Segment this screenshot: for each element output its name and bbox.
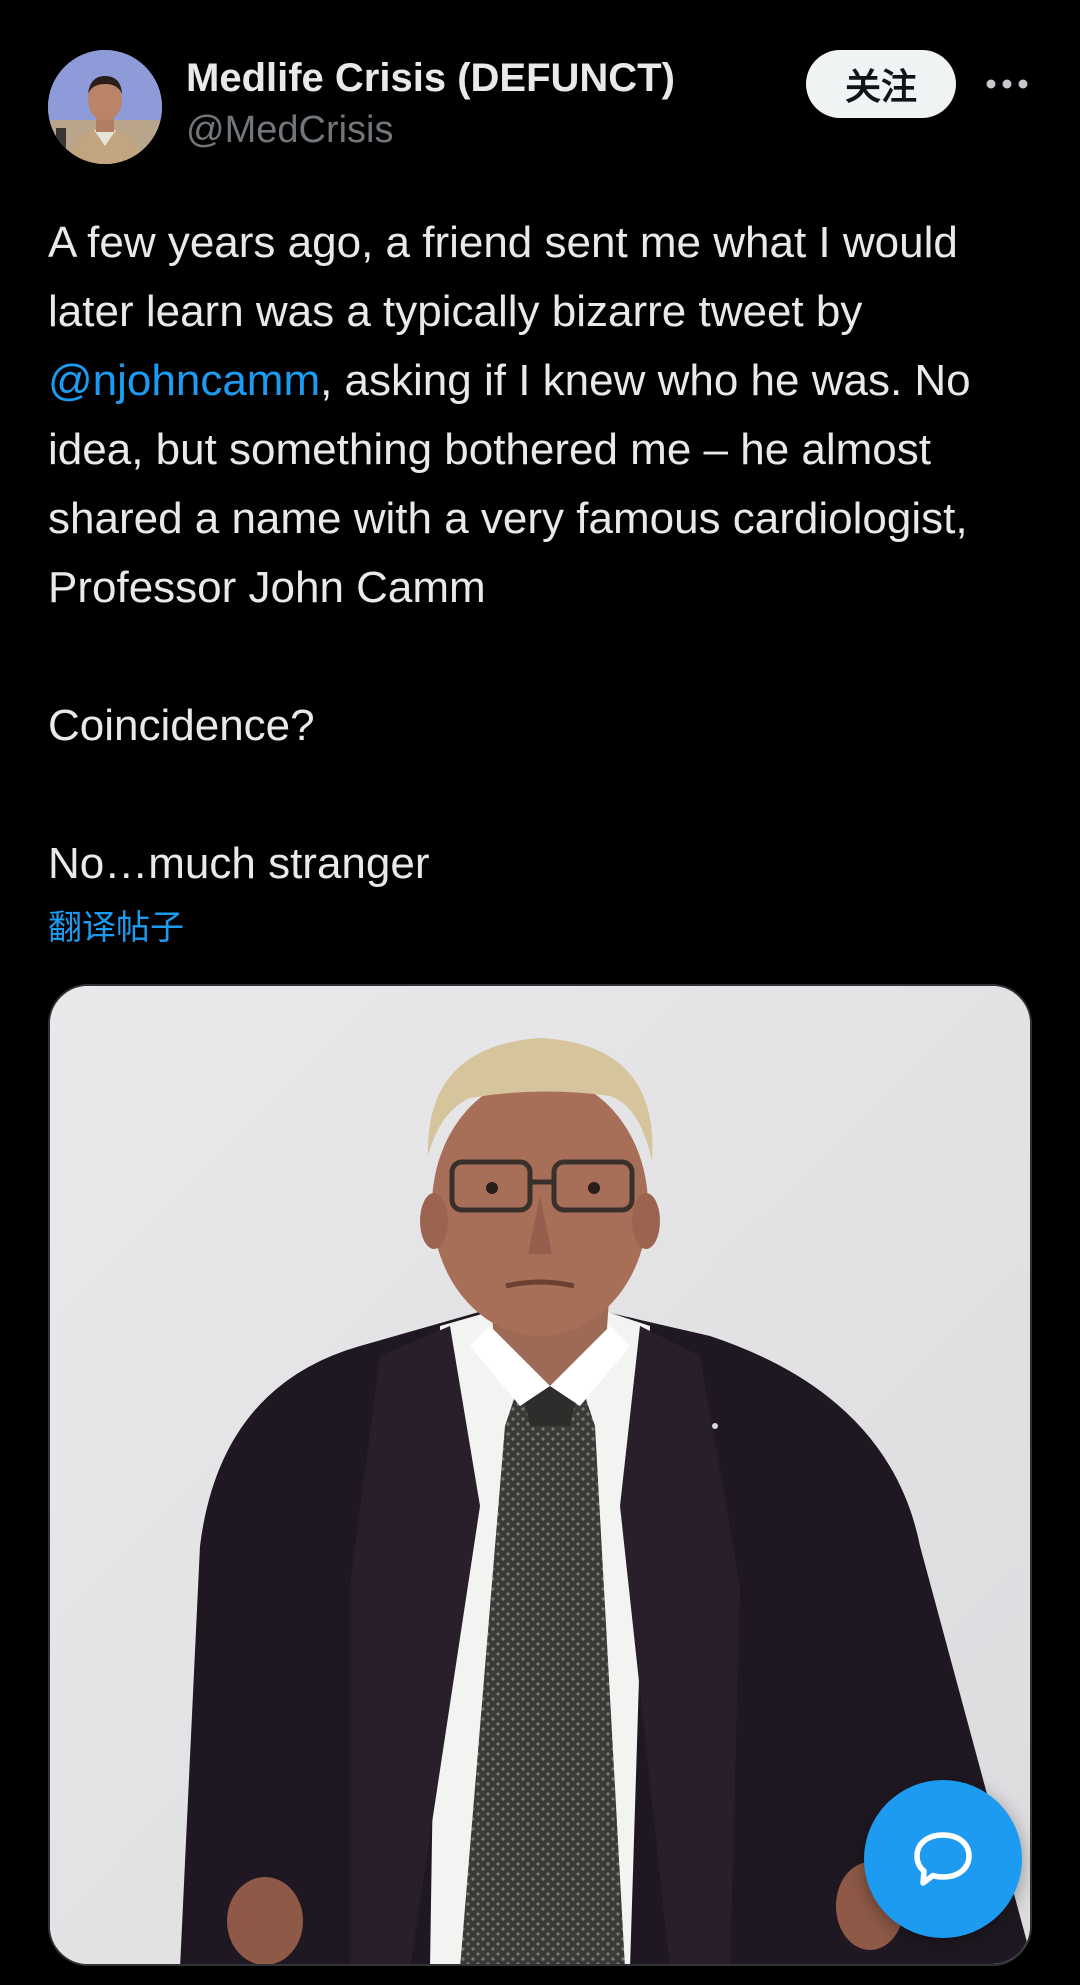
mention-link[interactable]: @njohncamm xyxy=(48,356,320,405)
tweet-paragraph-1: A few years ago, a friend sent me what I… xyxy=(48,208,1038,622)
tweet-paragraph-3: No…much stranger xyxy=(48,839,430,888)
speech-bubble-icon xyxy=(914,1832,972,1886)
follow-button[interactable]: 关注 xyxy=(806,50,956,118)
avatar-photo xyxy=(48,50,162,164)
avatar[interactable] xyxy=(48,50,162,164)
tweet-body: A few years ago, a friend sent me what I… xyxy=(48,208,1038,898)
translate-post-link[interactable]: 翻译帖子 xyxy=(48,905,184,951)
more-horizontal-icon xyxy=(986,79,1028,89)
tweet-text-part-1: A few years ago, a friend sent me what I… xyxy=(48,218,958,336)
author-names: Medlife Crisis (DEFUNCT) @MedCrisis xyxy=(186,52,675,156)
tweet-paragraph-2: Coincidence? xyxy=(48,701,315,750)
more-options-button[interactable] xyxy=(982,64,1032,104)
author-display-name[interactable]: Medlife Crisis (DEFUNCT) xyxy=(186,52,675,104)
compose-reply-button[interactable] xyxy=(864,1780,1022,1938)
tweet-header: Medlife Crisis (DEFUNCT) @MedCrisis 关注 xyxy=(48,50,1032,166)
author-handle[interactable]: @MedCrisis xyxy=(186,104,675,156)
